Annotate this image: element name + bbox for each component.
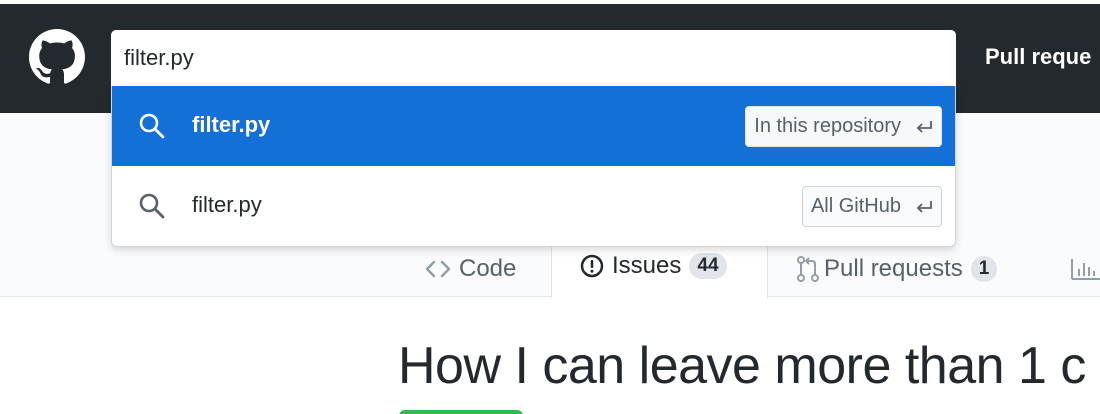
tab-pull-requests-label: Pull requests bbox=[824, 254, 963, 282]
issue-icon bbox=[580, 254, 604, 278]
scope-badge-in-this-repository: In this repository bbox=[745, 106, 942, 147]
scope-label: All GitHub bbox=[810, 195, 901, 217]
tab-pull-requests[interactable]: Pull requests 1 bbox=[796, 240, 998, 297]
scope-label: In this repository bbox=[754, 115, 901, 137]
tab-code[interactable]: Code bbox=[425, 240, 516, 297]
tab-issues-label: Issues bbox=[612, 251, 682, 279]
enter-key-icon bbox=[915, 199, 933, 215]
scope-badge-all-github: All GitHub bbox=[801, 186, 942, 227]
enter-key-icon bbox=[915, 119, 933, 135]
code-icon bbox=[425, 259, 451, 279]
github-logo-icon[interactable] bbox=[27, 29, 87, 85]
nav-pull-requests-link[interactable]: Pull reque bbox=[985, 44, 1091, 70]
issue-title: How I can leave more than 1 c bbox=[398, 337, 1086, 395]
suggestion-all-github[interactable]: filter.py All GitHub bbox=[112, 166, 955, 246]
tab-code-label: Code bbox=[459, 254, 517, 282]
suggestion-text: filter.py bbox=[192, 192, 262, 217]
open-state-badge bbox=[399, 410, 523, 414]
issues-count-badge: 44 bbox=[689, 252, 727, 279]
pull-requests-count-badge: 1 bbox=[970, 255, 998, 282]
search-input[interactable] bbox=[124, 43, 924, 73]
top-strip bbox=[0, 0, 1100, 4]
suggestion-in-this-repository[interactable]: filter.py In this repository bbox=[112, 86, 955, 166]
graph-icon bbox=[1070, 257, 1100, 281]
search-icon bbox=[138, 192, 166, 220]
search-box[interactable] bbox=[111, 30, 956, 86]
search-suggestions: filter.py In this repository filter.py A… bbox=[111, 86, 956, 247]
search-icon bbox=[138, 112, 166, 140]
git-pull-request-icon bbox=[796, 255, 820, 282]
suggestion-text: filter.py bbox=[192, 112, 271, 137]
tab-insights[interactable] bbox=[1070, 240, 1100, 297]
